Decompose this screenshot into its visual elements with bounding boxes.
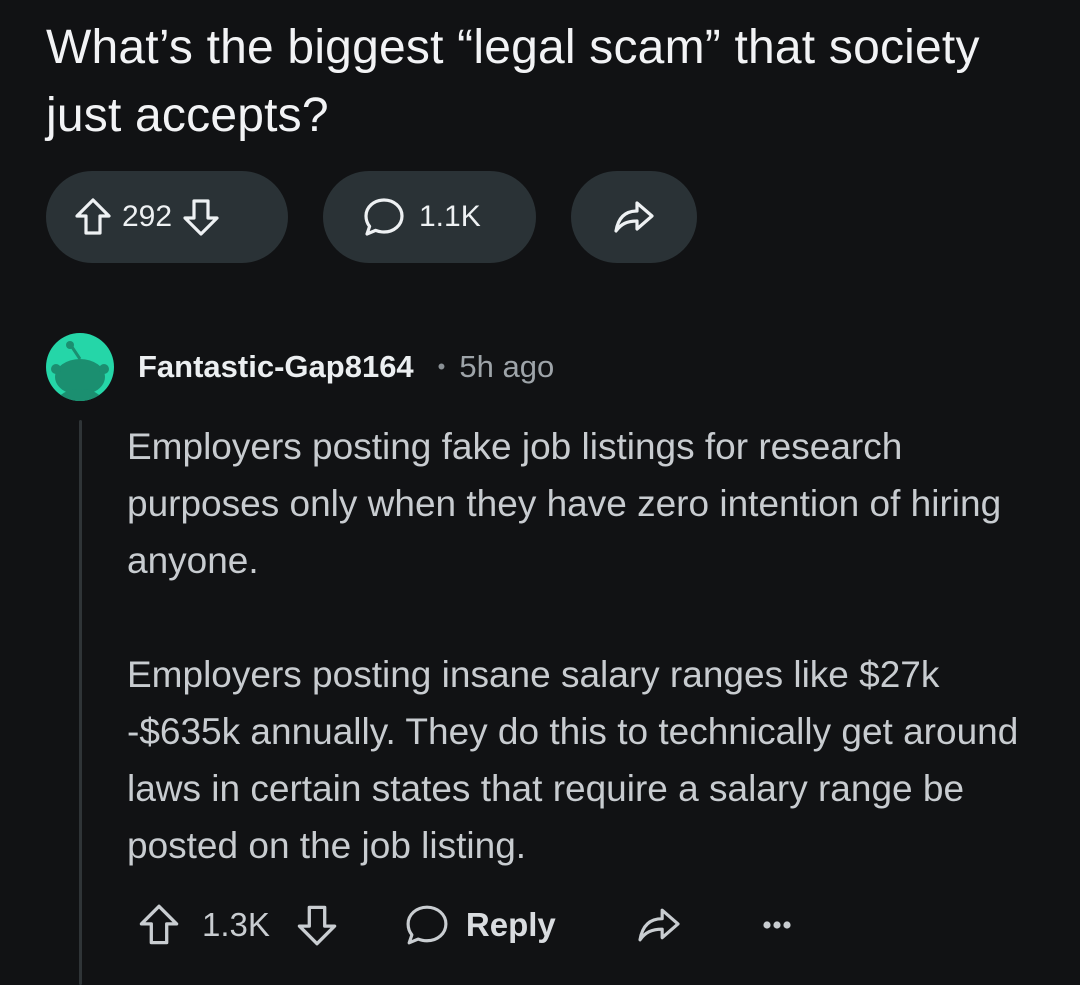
user-avatar[interactable] [46,333,114,401]
meta-separator: • [437,354,446,379]
comment-body: Employers posting fake job listings for … [127,418,1027,874]
comment-timestamp: 5h ago [459,349,555,384]
upvote-icon[interactable] [74,197,112,237]
post-vote-count: 292 [122,200,173,233]
comment-icon [363,197,405,237]
post-vote-pill: 292 [46,171,288,263]
post-comment-count: 1.1K [419,200,481,233]
post-comments-button[interactable]: 1.1K [323,171,536,263]
comment-paragraph: Employers posting fake job listings for … [127,426,1002,581]
comment-header: Fantastic-Gap8164 • 5h ago [46,332,554,402]
comment-upvote-icon[interactable] [138,903,180,947]
more-options-icon[interactable] [762,920,792,930]
post-share-button[interactable] [571,171,697,263]
comment-author[interactable]: Fantastic-Gap8164 [138,349,414,385]
post-title: What’s the biggest “legal scam” that soc… [46,21,980,142]
thread-line[interactable] [79,420,82,985]
downvote-icon[interactable] [182,197,220,237]
comment-downvote-icon[interactable] [296,903,338,947]
reply-button[interactable]: Reply [404,904,556,946]
reply-label: Reply [465,906,556,943]
comment-action-bar: 1.3K Reply [138,893,792,957]
comment-vote-count: 1.3K [202,906,270,943]
share-icon [613,199,655,235]
reply-bubble-icon [404,904,450,946]
comment-paragraph: Employers posting insane salary ranges l… [127,654,1019,866]
comment-share-icon[interactable] [636,906,682,944]
reddit-post-view: What’s the biggest “legal scam” that soc… [0,0,1080,985]
